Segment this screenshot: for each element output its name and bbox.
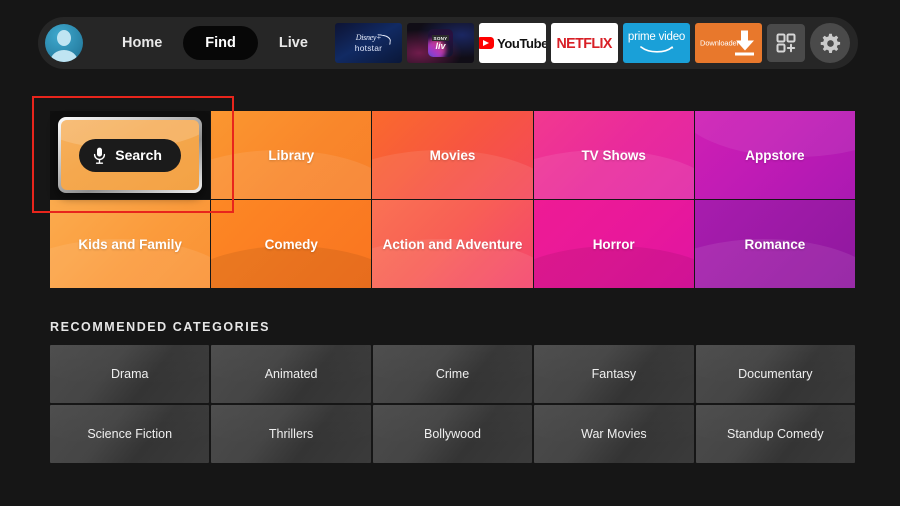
tile-action-and-adventure[interactable]: Action and Adventure <box>372 200 533 288</box>
tile-wave-overlay <box>533 245 694 288</box>
tile-comedy[interactable]: Comedy <box>211 200 372 288</box>
tile-romance[interactable]: Romance <box>694 200 855 288</box>
recommended-tile-label: Fantasy <box>591 367 637 381</box>
recommended-tile-label: Drama <box>110 367 149 381</box>
tile-label: Movies <box>429 147 476 163</box>
microphone-icon <box>94 147 106 164</box>
tile-library[interactable]: Library <box>211 111 372 199</box>
search-tile-frame: Search <box>58 117 203 193</box>
recommended-tile-drama[interactable]: Drama <box>50 345 210 403</box>
recommended-tile-bollywood[interactable]: Bollywood <box>372 405 533 463</box>
apps-grid-button[interactable] <box>767 24 805 62</box>
netflix-label: NETFLIX <box>556 34 613 52</box>
download-arrow-stem <box>741 30 748 41</box>
recommended-categories-heading: RECOMMENDED CATEGORIES <box>50 320 270 334</box>
tile-wave-overlay <box>211 245 372 288</box>
recommended-categories-grid: Drama Animated Crime Fantasy Documentary… <box>50 345 855 463</box>
recommended-tile-label: Science Fiction <box>87 427 173 441</box>
recommended-tile-documentary[interactable]: Documentary <box>695 345 855 403</box>
app-icon-downloader[interactable]: Downloader <box>695 23 762 63</box>
recommended-tile-fantasy[interactable]: Fantasy <box>534 345 694 403</box>
top-navigation-bar: Home Find Live Disney+ hotstar SONY liv … <box>38 17 858 69</box>
avatar-head-shape <box>57 30 71 47</box>
search-tile-face: Search <box>61 120 200 190</box>
settings-button[interactable] <box>810 23 850 63</box>
hotstar-disney-text: Disney+ <box>355 33 382 42</box>
tile-label: TV Shows <box>581 147 646 163</box>
tile-tv-shows[interactable]: TV Shows <box>533 111 694 199</box>
tile-label: Kids and Family <box>78 236 182 252</box>
profile-avatar[interactable] <box>45 24 83 62</box>
recommended-tile-label: Documentary <box>738 367 813 381</box>
gear-icon <box>820 33 840 53</box>
app-shortcuts: Disney+ hotstar SONY liv YouTube NETFLIX… <box>335 23 850 63</box>
recommended-tile-label: Crime <box>435 367 470 381</box>
recommended-tile-standup-comedy[interactable]: Standup Comedy <box>695 405 855 463</box>
tile-label: Romance <box>744 236 806 252</box>
recommended-tile-crime[interactable]: Crime <box>372 345 533 403</box>
download-arrow-icon <box>734 30 755 56</box>
search-tile[interactable]: Search <box>50 111 211 199</box>
amazon-smile-icon <box>639 45 673 53</box>
tile-label: Library <box>268 147 315 163</box>
hotstar-text: hotstar <box>354 43 383 53</box>
download-arrow-base <box>735 52 754 56</box>
recommended-tile-science-fiction[interactable]: Science Fiction <box>50 405 210 463</box>
nav-links: Home Find Live <box>105 26 325 60</box>
search-label: Search <box>115 147 162 163</box>
grid-plus-icon <box>776 33 796 53</box>
tile-appstore[interactable]: Appstore <box>694 111 855 199</box>
tile-label: Appstore <box>745 147 805 163</box>
app-icon-sony-liv[interactable]: SONY liv <box>407 23 474 63</box>
tile-label: Horror <box>592 236 635 252</box>
youtube-label: YouTube <box>497 35 546 51</box>
recommended-tile-label: War Movies <box>581 427 647 441</box>
tile-label: Comedy <box>264 236 318 252</box>
recommended-tile-label: Animated <box>264 367 318 381</box>
download-arrow-head <box>735 40 754 51</box>
recommended-tile-label: Bollywood <box>424 427 481 441</box>
recommended-tile-animated[interactable]: Animated <box>211 345 371 403</box>
tile-label: Action and Adventure <box>382 236 523 252</box>
recommended-tile-label: Standup Comedy <box>726 427 824 441</box>
app-icon-youtube[interactable]: YouTube <box>479 23 546 63</box>
recommended-tile-thrillers[interactable]: Thrillers <box>211 405 371 463</box>
avatar-body-shape <box>50 50 78 62</box>
youtube-play-icon <box>479 37 495 49</box>
recommended-tile-label: Thrillers <box>268 427 314 441</box>
nav-item-home[interactable]: Home <box>105 26 179 60</box>
prime-video-label: prime video <box>627 31 686 44</box>
nav-item-live[interactable]: Live <box>262 26 325 60</box>
app-icon-disney-hotstar[interactable]: Disney+ hotstar <box>335 23 402 63</box>
app-icon-prime-video[interactable]: prime video <box>623 23 690 63</box>
tile-movies[interactable]: Movies <box>372 111 533 199</box>
sony-liv-badge: SONY liv <box>428 29 453 57</box>
category-tile-grid: Search Library Movies TV Shows Appstore … <box>50 111 855 288</box>
tile-horror[interactable]: Horror <box>533 200 694 288</box>
search-button[interactable]: Search <box>79 138 181 172</box>
tile-kids-and-family[interactable]: Kids and Family <box>50 200 211 288</box>
app-icon-netflix[interactable]: NETFLIX <box>551 23 618 63</box>
recommended-tile-war-movies[interactable]: War Movies <box>534 405 694 463</box>
nav-item-find[interactable]: Find <box>183 26 258 60</box>
liv-text: liv <box>435 41 446 51</box>
